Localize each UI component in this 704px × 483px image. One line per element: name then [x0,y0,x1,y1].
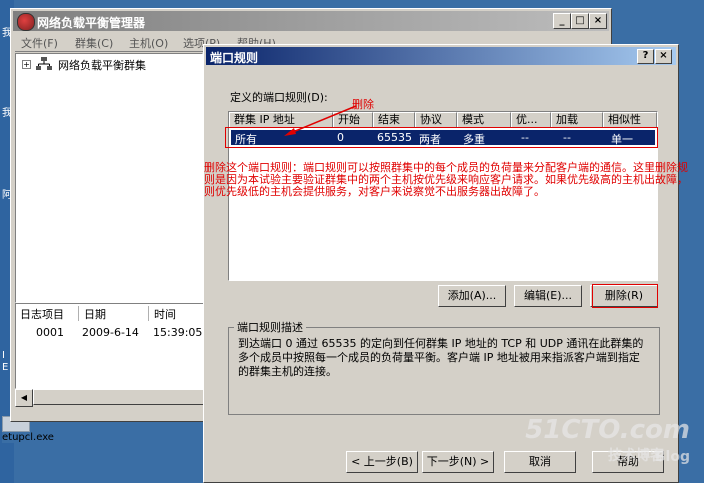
close-icon[interactable]: × [655,49,672,64]
log-column-header[interactable]: 日期 [80,306,149,321]
dialog-title: 端口规则 [210,51,259,65]
rule-description-text: 到达端口 0 通过 65535 的定向到任何群集 IP 地址的 TCP 和 UD… [238,337,644,378]
column-end[interactable]: 结束 [373,112,415,128]
maximize-button[interactable]: □ [571,13,589,29]
close-button[interactable]: × [589,13,607,29]
nlb-app-icon [17,13,35,31]
add-rule-button[interactable]: 添加(A)... [438,285,506,307]
watermark-logo: 51CTO.com [525,415,690,445]
annotation-arrow-icon [284,105,357,136]
network-cluster-icon [36,57,52,70]
menu-file[interactable]: 文件(F) [21,35,58,51]
help-icon[interactable]: ? [637,49,654,64]
cluster-tree: + 网络负载平衡群集 [15,53,203,303]
log-id: 0001 [36,326,64,339]
column-priority[interactable]: 优... [511,112,551,128]
rule-description-title: 端口规则描述 [234,319,306,335]
tree-expander[interactable]: + [22,60,31,69]
minimize-button[interactable]: _ [553,13,571,29]
next-button[interactable]: 下一步(N) > [422,451,494,473]
desktop-file-label[interactable]: etupcl.exe [2,432,54,443]
column-protocol[interactable]: 协议 [415,112,457,128]
back-button[interactable]: < 上一步(B) [346,451,418,473]
cancel-button[interactable]: 取消 [504,451,576,473]
desktop-label: I [2,350,5,361]
edit-rule-button[interactable]: 编辑(E)... [514,285,582,307]
menu-host[interactable]: 主机(O) [129,35,168,51]
scroll-left-icon[interactable]: ◀ [15,389,33,407]
log-column-header[interactable]: 日志项目 [16,306,79,321]
watermark-tag: Blog [654,449,690,465]
menu-cluster[interactable]: 群集(C) [75,35,113,51]
main-title-bar[interactable]: 网络负载平衡管理器 _ □ × [13,11,609,31]
column-load[interactable]: 加载 [551,112,603,128]
log-time: 15:39:05 [153,326,203,339]
column-affinity[interactable]: 相似性 [603,112,657,128]
main-window-title: 网络负载平衡管理器 [37,16,146,30]
annotation-arrow-label: 删除 [352,98,374,111]
dialog-title-bar[interactable]: 端口规则 ? × [206,47,676,65]
column-mode[interactable]: 模式 [457,112,511,128]
log-date: 2009-6-14 [82,326,139,339]
tree-root-label[interactable]: 网络负载平衡群集 [58,57,146,73]
annotation-highlight-remove [592,284,658,308]
annotation-note: 删除这个端口规则：端口规则可以按照群集中的每个成员的负荷量来分配客户端的通信。这… [204,161,688,198]
desktop-label: E [2,362,9,373]
